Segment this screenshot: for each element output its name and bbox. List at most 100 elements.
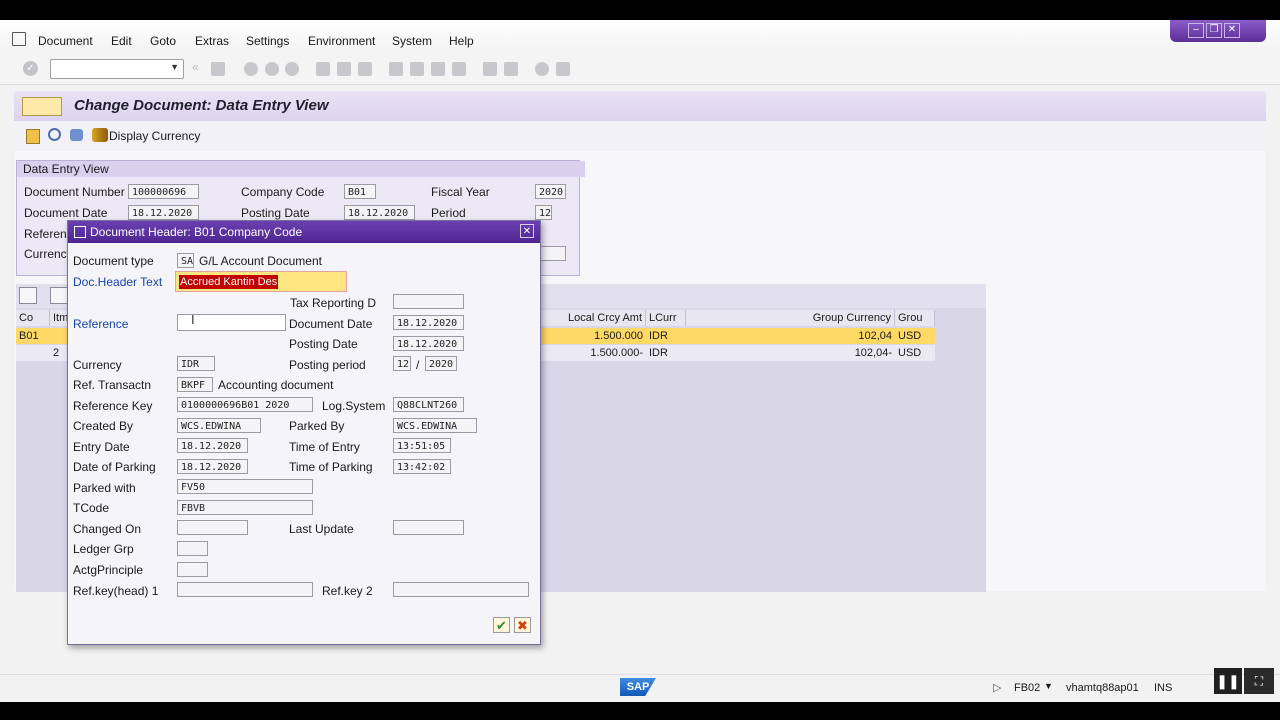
last-update-field[interactable] bbox=[393, 520, 464, 535]
play-icon[interactable]: ▷ bbox=[993, 681, 1001, 694]
find-icon[interactable] bbox=[337, 62, 351, 76]
tcode-field[interactable]: FBVB bbox=[177, 500, 313, 515]
header-text-input[interactable]: Accrued Kantin Des bbox=[175, 271, 347, 292]
changed-on-field[interactable] bbox=[177, 520, 248, 535]
cancel-icon[interactable] bbox=[285, 62, 299, 76]
display-icon[interactable] bbox=[48, 128, 61, 141]
status-tcode[interactable]: FB02 bbox=[1014, 682, 1040, 694]
ledger-grp-label: Ledger Grp bbox=[73, 542, 134, 556]
posting-period-field[interactable]: 12 bbox=[393, 356, 411, 371]
company-code-field[interactable]: B01 bbox=[344, 184, 376, 199]
ref-trans-desc: Accounting document bbox=[218, 378, 334, 392]
help-icon[interactable] bbox=[535, 62, 549, 76]
dialog-title-bar: Document Header: B01 Company Code ✕ bbox=[68, 221, 540, 243]
document-header-dialog: Document Header: B01 Company Code ✕ Docu… bbox=[67, 220, 541, 645]
dlg-doc-date-field[interactable]: 18.12.2020 bbox=[393, 315, 464, 330]
pause-icon[interactable]: ❚❚ bbox=[1214, 668, 1242, 694]
menu-system[interactable]: System bbox=[392, 34, 432, 48]
row-group-curr: USD bbox=[898, 347, 922, 359]
previous-page-icon[interactable] bbox=[410, 62, 424, 76]
entry-date-field[interactable]: 18.12.2020 bbox=[177, 438, 248, 453]
layout-icon[interactable] bbox=[556, 62, 570, 76]
grid-print-icon[interactable] bbox=[50, 287, 68, 304]
ledger-grp-field[interactable] bbox=[177, 541, 208, 556]
dlg-posting-date-field[interactable]: 18.12.2020 bbox=[393, 336, 464, 351]
period-field[interactable]: 12 bbox=[535, 205, 552, 220]
header-text-label: Doc.Header Text bbox=[73, 275, 163, 289]
grid-header-local-amt[interactable]: Local Crcy Amt bbox=[539, 310, 646, 326]
created-by-field[interactable]: WCS.EDWINA bbox=[177, 418, 261, 433]
doc-date-field[interactable]: 18.12.2020 bbox=[128, 205, 199, 220]
menu-document[interactable]: Document bbox=[38, 34, 93, 48]
grid-header-group-curr[interactable]: Grou bbox=[895, 310, 935, 326]
document-overview-icon[interactable] bbox=[70, 129, 83, 141]
display-currency-button[interactable]: Display Currency bbox=[109, 129, 200, 143]
menu-goto[interactable]: Goto bbox=[150, 34, 176, 48]
chevron-down-icon[interactable]: ▼ bbox=[170, 62, 179, 72]
fullscreen-icon[interactable]: ⛶ bbox=[1244, 668, 1274, 694]
row-local-amt: 1.500.000- bbox=[590, 347, 643, 359]
back-icon[interactable] bbox=[244, 62, 258, 76]
grid-header-lcurr[interactable]: LCurr bbox=[646, 310, 686, 326]
exit-icon[interactable] bbox=[265, 62, 279, 76]
changed-on-label: Changed On bbox=[73, 522, 142, 536]
time-entry-field[interactable]: 13:51:05 bbox=[393, 438, 451, 453]
time-parking-field[interactable]: 13:42:02 bbox=[393, 459, 451, 474]
next-page-icon[interactable] bbox=[431, 62, 445, 76]
grid-header-co[interactable]: Co bbox=[16, 310, 50, 326]
create-session-icon[interactable] bbox=[483, 62, 497, 76]
find-next-icon[interactable] bbox=[358, 62, 372, 76]
first-page-icon[interactable] bbox=[389, 62, 403, 76]
enter-icon[interactable]: ✓ bbox=[23, 61, 38, 76]
log-system-field[interactable]: Q88CLNT260 bbox=[393, 397, 464, 412]
minimize-icon[interactable]: – bbox=[1188, 23, 1204, 38]
close-icon[interactable]: ✕ bbox=[520, 224, 534, 238]
last-page-icon[interactable] bbox=[452, 62, 466, 76]
ref-key-field[interactable]: 0100000696B01 2020 bbox=[177, 397, 313, 412]
status-dropdown-icon[interactable]: ▼ bbox=[1044, 681, 1053, 691]
cancel-button[interactable]: ✖ bbox=[514, 617, 531, 633]
grid-header-group-amt[interactable]: Group Currency bbox=[686, 310, 895, 326]
restore-icon[interactable]: ❐ bbox=[1206, 23, 1222, 38]
menu-help[interactable]: Help bbox=[449, 34, 474, 48]
posting-year-field[interactable]: 2020 bbox=[425, 356, 457, 371]
menu-settings[interactable]: Settings bbox=[246, 34, 289, 48]
ref-key-label: Reference Key bbox=[73, 399, 153, 413]
menu-edit[interactable]: Edit bbox=[111, 34, 132, 48]
page-title: Change Document: Data Entry View bbox=[74, 97, 329, 114]
fiscal-year-field[interactable]: 2020 bbox=[535, 184, 566, 199]
parked-with-field[interactable]: FV50 bbox=[177, 479, 313, 494]
dlg-currency-field[interactable]: IDR bbox=[177, 356, 215, 371]
posting-date-field[interactable]: 18.12.2020 bbox=[344, 205, 415, 220]
grid-detail-icon[interactable] bbox=[19, 287, 37, 304]
header-text-selection: Accrued Kantin Des bbox=[179, 275, 279, 289]
save-icon[interactable] bbox=[211, 62, 225, 76]
application-toolbar: Display Currency bbox=[14, 121, 1266, 151]
tax-reporting-field[interactable] bbox=[393, 294, 464, 309]
refkey-head1-field[interactable] bbox=[177, 582, 313, 597]
menu-environment[interactable]: Environment bbox=[308, 34, 375, 48]
window-controls: – ❐ ✕ bbox=[1170, 20, 1266, 42]
date-parking-field[interactable]: 18.12.2020 bbox=[177, 459, 248, 474]
fiscal-year-label: Fiscal Year bbox=[431, 185, 490, 199]
doc-type-label: Document type bbox=[73, 254, 154, 268]
sap-window: Document Edit Goto Extras Settings Envir… bbox=[0, 20, 1280, 702]
other-document-icon[interactable] bbox=[26, 129, 40, 144]
status-mode[interactable]: INS bbox=[1154, 682, 1172, 694]
currency-field-bg[interactable] bbox=[538, 246, 566, 261]
print-icon[interactable] bbox=[316, 62, 330, 76]
shortcut-icon[interactable] bbox=[504, 62, 518, 76]
continue-button[interactable]: ✔ bbox=[493, 617, 510, 633]
close-window-icon[interactable]: ✕ bbox=[1224, 23, 1240, 38]
refkey2-field[interactable] bbox=[393, 582, 529, 597]
reference-label-bg: Referenc bbox=[24, 227, 73, 241]
doc-number-field[interactable]: 100000696 bbox=[128, 184, 199, 199]
menu-extras[interactable]: Extras bbox=[195, 34, 229, 48]
document-edit-icon[interactable] bbox=[22, 97, 62, 116]
command-field[interactable]: ▼ bbox=[50, 59, 184, 79]
actg-principle-field[interactable] bbox=[177, 562, 208, 577]
ref-trans-field[interactable]: BKPF bbox=[177, 377, 213, 392]
menu-icon[interactable] bbox=[12, 32, 26, 46]
parked-by-field[interactable]: WCS.EDWINA bbox=[393, 418, 477, 433]
doc-type-field[interactable]: SA bbox=[177, 253, 194, 268]
